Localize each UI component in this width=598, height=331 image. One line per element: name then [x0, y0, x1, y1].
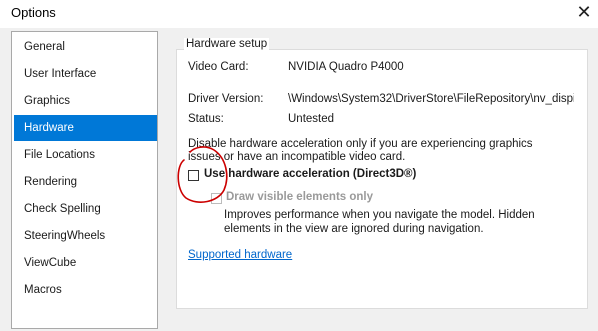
sidebar-item-general[interactable]: General	[14, 34, 157, 60]
sidebar-item-steeringwheels[interactable]: SteeringWheels	[14, 223, 157, 249]
options-sidebar: General User Interface Graphics Hardware…	[11, 31, 158, 329]
sidebar-item-rendering[interactable]: Rendering	[14, 169, 157, 195]
sidebar-item-viewcube[interactable]: ViewCube	[14, 250, 157, 276]
sidebar-item-graphics[interactable]: Graphics	[14, 88, 157, 114]
driver-version-value: \Windows\System32\DriverStore\FileReposi…	[288, 93, 574, 105]
video-card-label: Video Card:	[188, 61, 249, 73]
supported-hardware-link[interactable]: Supported hardware	[188, 249, 292, 261]
disable-acceleration-text: Disable hardware acceleration only if yo…	[188, 138, 533, 163]
status-value: Untested	[288, 113, 335, 125]
sidebar-item-check-spelling[interactable]: Check Spelling	[14, 196, 157, 222]
sidebar-item-user-interface[interactable]: User Interface	[14, 61, 157, 87]
title-bar: Options ✕	[0, 0, 598, 28]
sidebar-item-macros[interactable]: Macros	[14, 277, 157, 303]
close-icon[interactable]: ✕	[570, 0, 598, 26]
sidebar-item-file-locations[interactable]: File Locations	[14, 142, 157, 168]
draw-visible-elements-label[interactable]: Draw visible elements only	[226, 191, 373, 203]
group-title: Hardware setup	[184, 38, 270, 50]
video-card-value: NVIDIA Quadro P4000	[288, 61, 404, 73]
sidebar-item-hardware[interactable]: Hardware	[14, 115, 157, 141]
window-title: Options	[11, 5, 56, 20]
draw-visible-elements-checkbox[interactable]	[211, 193, 222, 204]
driver-version-label: Driver Version:	[188, 93, 264, 105]
draw-visible-elements-description: Improves performance when you navigate t…	[224, 209, 535, 235]
use-hardware-acceleration-checkbox[interactable]	[188, 170, 199, 181]
status-label: Status:	[188, 113, 224, 125]
use-hardware-acceleration-label[interactable]: Use hardware acceleration (Direct3D®)	[204, 168, 416, 180]
